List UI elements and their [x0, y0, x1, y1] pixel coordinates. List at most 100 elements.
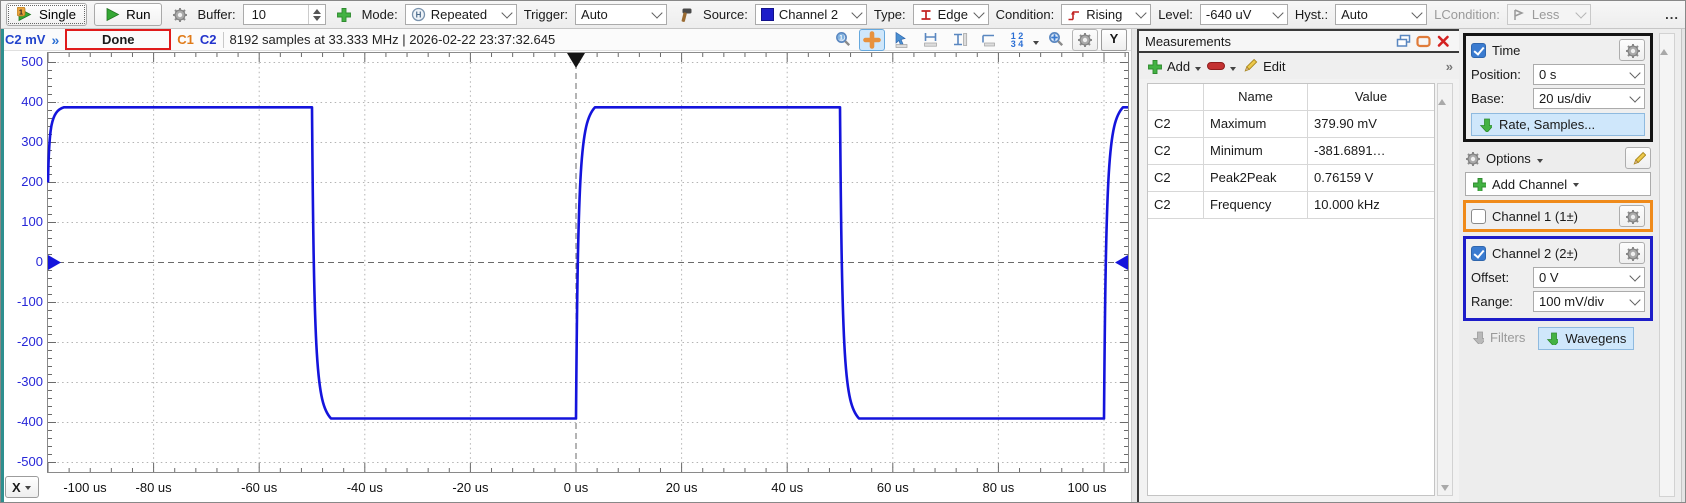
- settings-scrollbar[interactable]: [1659, 33, 1675, 497]
- type-select[interactable]: Edge: [913, 4, 989, 25]
- remove-measurement-caret-icon[interactable]: [1230, 67, 1236, 71]
- add-measurement-caret-icon[interactable]: [1195, 67, 1201, 71]
- measurement-row[interactable]: C2Peak2Peak0.76159 V: [1148, 165, 1434, 192]
- edge-type-icon: [919, 8, 933, 22]
- horizontal-measure-tool-icon[interactable]: [917, 29, 943, 51]
- source-select[interactable]: Channel 2: [755, 4, 867, 25]
- filters-button[interactable]: Filters: [1463, 327, 1534, 348]
- buffer-label: Buffer:: [198, 7, 236, 22]
- pencil-icon: [1631, 151, 1646, 166]
- expand-icon[interactable]: »: [51, 32, 59, 48]
- condition-label: Condition:: [996, 7, 1055, 22]
- svg-text:H: H: [415, 11, 421, 20]
- x-tick-label: -20 us: [430, 480, 510, 495]
- y-tick-label: 400: [3, 94, 43, 110]
- y-axis-button[interactable]: Y: [1101, 29, 1127, 51]
- scroll-down-icon[interactable]: [1441, 485, 1449, 491]
- cursors-1234-tool-icon[interactable]: 1 23 4: [1004, 29, 1030, 51]
- level-value: -640 uV: [1206, 7, 1252, 22]
- float-window-icon[interactable]: [1393, 33, 1413, 49]
- filters-label: Filters: [1490, 330, 1525, 345]
- y-tick-label: 200: [3, 174, 43, 190]
- measurements-scrollbar[interactable]: [1437, 83, 1453, 496]
- mode-select[interactable]: H Repeated: [405, 4, 517, 25]
- column-header[interactable]: Name: [1204, 84, 1308, 110]
- rate-samples-button[interactable]: Rate, Samples...: [1471, 113, 1645, 136]
- add-measurement-label: Add: [1167, 59, 1190, 74]
- x-tick-label: 80 us: [958, 480, 1038, 495]
- condition-select[interactable]: Rising: [1061, 4, 1151, 25]
- x-tick-label: 20 us: [642, 480, 722, 495]
- options-gear-icon: [1465, 151, 1480, 166]
- options-edit-button[interactable]: [1625, 147, 1651, 169]
- run-button[interactable]: Run: [94, 3, 161, 26]
- pointer-measure-tool-icon[interactable]: [888, 29, 914, 51]
- plot-settings-gear-icon[interactable]: [1072, 29, 1098, 51]
- y-tick-label: -400: [3, 414, 43, 430]
- offset-select[interactable]: 0 V: [1533, 267, 1645, 288]
- position-select[interactable]: 0 s: [1533, 64, 1645, 85]
- down-arrow-icon: [1479, 118, 1492, 132]
- close-icon[interactable]: [1433, 33, 1453, 49]
- x-axis-button[interactable]: X: [5, 476, 39, 498]
- svg-text:1: 1: [19, 7, 23, 16]
- rising-edge-icon: [1067, 8, 1081, 22]
- base-select[interactable]: 20 us/div: [1533, 88, 1645, 109]
- single-button[interactable]: 1 Single: [6, 3, 87, 26]
- buffer-gear-icon[interactable]: [169, 4, 191, 26]
- scope-settings-panel: Time Position: 0 s Base: 20 us/div: [1459, 29, 1686, 503]
- channel2-badge[interactable]: C2: [200, 32, 217, 47]
- scroll-up-icon[interactable]: [1660, 34, 1668, 55]
- y-tick-label: 0: [3, 254, 43, 270]
- column-header[interactable]: Value: [1308, 84, 1434, 110]
- trigger-select[interactable]: Auto: [575, 4, 667, 25]
- scroll-up-icon[interactable]: [1438, 84, 1446, 105]
- measurement-row[interactable]: C2Frequency10.000 kHz: [1148, 192, 1434, 219]
- time-checkbox[interactable]: [1471, 43, 1486, 58]
- channel1-gear-icon[interactable]: [1619, 205, 1645, 227]
- vertical-measure-tool-icon[interactable]: [946, 29, 972, 51]
- range-select[interactable]: 100 mV/div: [1533, 291, 1645, 312]
- plot-canvas-area: 5004003002001000-100-200-300-400-500: [1, 51, 1131, 473]
- column-header[interactable]: [1148, 84, 1204, 110]
- popout-window-icon[interactable]: [1413, 33, 1433, 49]
- channel1-checkbox[interactable]: [1471, 209, 1486, 224]
- channel2-gear-icon[interactable]: [1619, 242, 1645, 264]
- range-value: 100 mV/div: [1539, 294, 1604, 309]
- wavegens-button[interactable]: Wavegens: [1538, 327, 1634, 350]
- waveforms-scope-window: 1 Single Run Buffer: 10 Mode: H Repeated: [0, 0, 1686, 503]
- zoom1-tool-icon[interactable]: 1: [830, 29, 856, 51]
- edit-measurement-button[interactable]: Edit: [1240, 55, 1287, 77]
- measurement-cell: Frequency: [1204, 192, 1308, 218]
- level-select[interactable]: -640 uV: [1200, 4, 1288, 25]
- time-gear-icon[interactable]: [1619, 39, 1645, 61]
- type-value: Edge: [938, 7, 968, 22]
- lcondition-select: Less: [1507, 4, 1591, 25]
- remove-measurement-button[interactable]: [1205, 55, 1227, 77]
- options-row[interactable]: Options: [1465, 146, 1651, 170]
- measurement-row[interactable]: C2Minimum-381.6891…: [1148, 138, 1434, 165]
- zoom-fit-tool-icon[interactable]: [1043, 29, 1069, 51]
- add-measurement-button[interactable]: Add: [1145, 55, 1192, 77]
- waveform-svg[interactable]: [47, 52, 1129, 473]
- toolbar-overflow-button[interactable]: ...: [1665, 7, 1679, 22]
- add-channel-button[interactable]: Add Channel: [1465, 172, 1651, 196]
- source-value: Channel 2: [779, 7, 838, 22]
- lcondition-label: LCondition:: [1434, 7, 1500, 22]
- buffer-input[interactable]: 10: [243, 4, 326, 25]
- edit-measurement-label: Edit: [1263, 59, 1285, 74]
- add-mode-icon[interactable]: [333, 4, 355, 26]
- tools-dropdown-caret-icon[interactable]: [1033, 41, 1039, 45]
- y-axis-channel-label[interactable]: C2 mV: [5, 32, 45, 47]
- buffer-stepper[interactable]: [308, 5, 325, 24]
- channel2-checkbox[interactable]: [1471, 246, 1486, 261]
- channel1-badge[interactable]: C1: [177, 32, 194, 47]
- hysteresis-select[interactable]: Auto: [1335, 4, 1427, 25]
- options-label: Options: [1486, 151, 1531, 166]
- corner-measure-tool-icon[interactable]: [975, 29, 1001, 51]
- hammer-icon[interactable]: [674, 4, 696, 26]
- chevron-down-icon: [1629, 294, 1640, 305]
- measurements-more-button[interactable]: »: [1446, 59, 1453, 74]
- pan-crosshair-tool-icon[interactable]: [859, 29, 885, 51]
- measurement-row[interactable]: C2Maximum379.90 mV: [1148, 111, 1434, 138]
